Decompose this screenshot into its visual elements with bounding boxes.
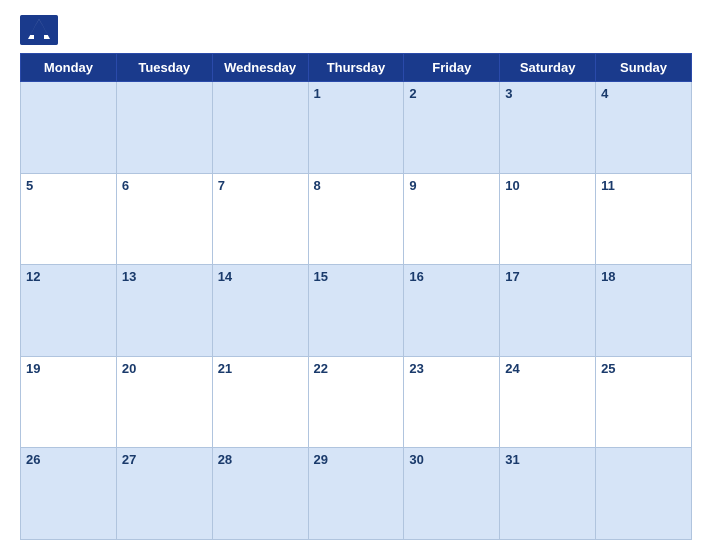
day-number: 15 <box>314 269 328 284</box>
day-cell-30: 30 <box>404 448 500 540</box>
day-number: 14 <box>218 269 232 284</box>
day-number: 22 <box>314 361 328 376</box>
weekday-header-friday: Friday <box>404 54 500 82</box>
week-row-5: 26 27 28 29 30 31 <box>21 448 692 540</box>
empty-cell <box>21 82 117 174</box>
day-cell-4: 4 <box>596 82 692 174</box>
day-cell-11: 11 <box>596 173 692 265</box>
day-cell-28: 28 <box>212 448 308 540</box>
day-cell-15: 15 <box>308 265 404 357</box>
weekday-header-row: MondayTuesdayWednesdayThursdayFridaySatu… <box>21 54 692 82</box>
day-cell-19: 19 <box>21 356 117 448</box>
day-cell-25: 25 <box>596 356 692 448</box>
day-cell-7: 7 <box>212 173 308 265</box>
calendar: MondayTuesdayWednesdayThursdayFridaySatu… <box>20 53 692 540</box>
day-number: 27 <box>122 452 136 467</box>
weekday-header-saturday: Saturday <box>500 54 596 82</box>
day-number: 9 <box>409 178 416 193</box>
empty-cell <box>212 82 308 174</box>
week-row-2: 5 6 7 8 9 10 11 <box>21 173 692 265</box>
day-cell-23: 23 <box>404 356 500 448</box>
day-number: 17 <box>505 269 519 284</box>
day-cell-31: 31 <box>500 448 596 540</box>
day-number: 29 <box>314 452 328 467</box>
day-number: 31 <box>505 452 519 467</box>
day-number: 10 <box>505 178 519 193</box>
week-row-3: 12 13 14 15 16 17 18 <box>21 265 692 357</box>
day-cell-16: 16 <box>404 265 500 357</box>
day-number: 23 <box>409 361 423 376</box>
day-number: 20 <box>122 361 136 376</box>
day-number: 28 <box>218 452 232 467</box>
day-cell-5: 5 <box>21 173 117 265</box>
day-number: 21 <box>218 361 232 376</box>
weekday-header-monday: Monday <box>21 54 117 82</box>
day-number: 2 <box>409 86 416 101</box>
header <box>20 15 692 45</box>
day-cell-2: 2 <box>404 82 500 174</box>
day-number: 11 <box>601 178 615 193</box>
logo-icon <box>20 15 58 45</box>
day-cell-10: 10 <box>500 173 596 265</box>
empty-cell <box>596 448 692 540</box>
day-cell-26: 26 <box>21 448 117 540</box>
day-number: 24 <box>505 361 519 376</box>
weekday-header-tuesday: Tuesday <box>116 54 212 82</box>
day-cell-13: 13 <box>116 265 212 357</box>
day-number: 7 <box>218 178 225 193</box>
day-number: 18 <box>601 269 615 284</box>
day-number: 4 <box>601 86 608 101</box>
day-number: 5 <box>26 178 33 193</box>
day-number: 12 <box>26 269 40 284</box>
week-row-4: 19 20 21 22 23 24 25 <box>21 356 692 448</box>
day-cell-14: 14 <box>212 265 308 357</box>
day-number: 25 <box>601 361 615 376</box>
day-number: 26 <box>26 452 40 467</box>
week-row-1: 1 2 3 4 <box>21 82 692 174</box>
day-cell-27: 27 <box>116 448 212 540</box>
day-cell-22: 22 <box>308 356 404 448</box>
day-number: 30 <box>409 452 423 467</box>
day-number: 13 <box>122 269 136 284</box>
day-number: 19 <box>26 361 40 376</box>
day-cell-17: 17 <box>500 265 596 357</box>
day-cell-9: 9 <box>404 173 500 265</box>
day-cell-8: 8 <box>308 173 404 265</box>
day-cell-21: 21 <box>212 356 308 448</box>
empty-cell <box>116 82 212 174</box>
day-cell-1: 1 <box>308 82 404 174</box>
day-cell-24: 24 <box>500 356 596 448</box>
weekday-header-thursday: Thursday <box>308 54 404 82</box>
logo <box>20 15 58 45</box>
day-number: 16 <box>409 269 423 284</box>
weekday-header-wednesday: Wednesday <box>212 54 308 82</box>
day-cell-12: 12 <box>21 265 117 357</box>
day-number: 6 <box>122 178 129 193</box>
day-number: 3 <box>505 86 512 101</box>
day-cell-18: 18 <box>596 265 692 357</box>
day-number: 8 <box>314 178 321 193</box>
day-cell-20: 20 <box>116 356 212 448</box>
day-cell-6: 6 <box>116 173 212 265</box>
day-cell-3: 3 <box>500 82 596 174</box>
weekday-header-sunday: Sunday <box>596 54 692 82</box>
day-number: 1 <box>314 86 321 101</box>
day-cell-29: 29 <box>308 448 404 540</box>
